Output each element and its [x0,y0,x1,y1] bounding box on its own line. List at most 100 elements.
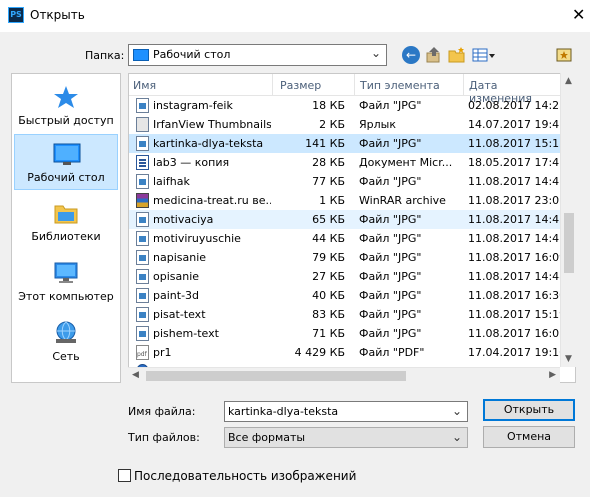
cancel-button[interactable]: Отмена [483,426,575,448]
file-pdf-icon [136,345,149,360]
table-row[interactable]: opisanie 27 КБ Файл "JPG" 11.08.2017 14:48 [129,267,561,286]
place-label: Рабочий стол [27,171,105,184]
filename-input[interactable]: kartinka-dlya-teksta ⌄ [224,401,468,422]
new-folder-icon[interactable] [448,46,466,64]
vertical-scrollbar[interactable]: ▲ ▼ [560,73,576,367]
filename-value: kartinka-dlya-teksta [228,405,339,418]
places-bar: Быстрый доступ Рабочий стол Библиотеки Э… [11,73,121,383]
file-jpg-icon [136,307,149,322]
column-divider[interactable] [354,74,355,96]
filetype-label: Тип файлов: [128,431,200,444]
file-size: 18 КБ [312,99,345,112]
scroll-thumb[interactable] [564,213,574,273]
scroll-up-icon[interactable]: ▲ [565,76,572,86]
column-size[interactable]: Размер [280,79,321,92]
file-type: Файл "JPG" [359,137,422,150]
file-size: 83 КБ [312,308,345,321]
sequence-checkbox[interactable] [118,469,131,482]
table-row[interactable]: pisat-text 83 КБ Файл "JPG" 11.08.2017 15:1… [129,305,561,324]
file-date: 11.08.2017 16:09 [468,251,561,264]
file-name: medicina-treat.ru ве... [153,194,271,207]
file-date: 11.08.2017 15:15 [468,137,561,150]
column-name[interactable]: Имя [133,79,156,92]
file-name: pisat-text [153,308,206,321]
file-type: Файл "JPG" [359,251,422,264]
table-row[interactable]: napisanie 79 КБ Файл "JPG" 11.08.2017 16:09 [129,248,561,267]
file-jpg-icon [136,98,149,113]
file-date: 11.08.2017 14:48 [468,270,561,283]
file-name: kartinka-dlya-teksta [153,137,264,150]
column-type[interactable]: Тип элемента [360,79,440,92]
file-type: Ярлык [359,118,396,131]
file-date: 11.08.2017 16:30 [468,289,561,302]
file-type: Файл "JPG" [359,270,422,283]
computer-icon [54,262,78,283]
file-size: 40 КБ [312,289,345,302]
file-date: 14.07.2017 19:41 [468,118,561,131]
close-icon[interactable]: ✕ [572,5,585,24]
table-row[interactable]: IrfanView Thumbnails 2 КБ Ярлык 14.07.2017 … [129,115,561,134]
file-name: instagram-feik [153,99,233,112]
open-button[interactable]: Открыть [483,399,575,421]
place-label: Этот компьютер [18,290,114,303]
lookin-value: Рабочий стол [153,48,231,61]
back-icon[interactable]: ← [402,46,420,64]
list-header: Имя Размер Тип элемента Дата изменения [129,74,561,105]
file-size: 28 КБ [312,156,345,169]
table-row[interactable]: medicina-treat.ru ве... 1 КБ WinRAR archiv… [129,191,561,210]
scroll-left-icon[interactable]: ◀ [132,370,139,380]
place-network[interactable]: Сеть [14,314,118,370]
column-divider[interactable] [272,74,273,96]
file-size: 71 КБ [312,327,345,340]
file-type: Файл "PDF" [359,346,425,359]
view-menu-icon[interactable] [472,46,496,64]
horizontal-scrollbar[interactable]: ◀ ▶ [128,367,560,383]
desktop-small-icon [133,49,149,61]
scroll-down-icon[interactable]: ▼ [565,354,572,364]
table-row[interactable]: instagram-feik 18 КБ Файл "JPG" 02.08.2017 … [129,96,561,115]
file-list[interactable]: Имя Размер Тип элемента Дата изменения i… [128,73,576,383]
place-quick-access[interactable]: Быстрый доступ [14,78,118,134]
table-row[interactable]: laifhak 77 КБ Файл "JPG" 11.08.2017 14:47 [129,172,561,191]
file-type: Файл "JPG" [359,99,422,112]
window-title: Открыть [30,8,85,22]
table-row[interactable]: lab3 — копия 28 КБ Документ Micr... 18.05.2… [129,153,561,172]
photoshop-icon: PS [8,7,24,23]
place-label: Библиотеки [31,230,101,243]
scroll-right-icon[interactable]: ▶ [549,370,556,380]
scroll-thumb[interactable] [146,371,406,381]
file-date: 17.04.2017 19:16 [468,346,561,359]
place-label: Быстрый доступ [18,114,114,127]
file-size: 1 КБ [319,194,345,207]
file-name: napisanie [153,251,207,264]
libraries-icon [54,205,78,224]
file-type: Файл "JPG" [359,232,422,245]
chevron-down-icon[interactable]: ⌄ [452,404,462,418]
table-row[interactable]: kartinka-dlya-teksta 141 КБ Файл "JPG" 11.0… [129,134,561,153]
file-type: Файл "JPG" [359,308,422,321]
place-libraries[interactable]: Библиотеки [14,194,118,250]
table-row[interactable]: motivaciya 65 КБ Файл "JPG" 11.08.2017 14:4… [129,210,561,229]
place-desktop[interactable]: Рабочий стол [14,134,118,190]
table-row[interactable]: pr1 4 429 КБ Файл "PDF" 17.04.2017 19:16 [129,343,561,362]
place-this-pc[interactable]: Этот компьютер [14,254,118,310]
table-row[interactable]: paint-3d 40 КБ Файл "JPG" 11.08.2017 16:30 [129,286,561,305]
column-divider[interactable] [463,74,464,96]
file-size: 27 КБ [312,270,345,283]
table-row[interactable]: motiviruyuschie 44 КБ Файл "JPG" 11.08.2017… [129,229,561,248]
favorite-folder-icon[interactable] [555,46,573,64]
file-jpg-icon [136,326,149,341]
up-folder-icon[interactable] [425,46,443,64]
file-date: 11.08.2017 14:47 [468,175,561,188]
file-date: 11.08.2017 16:05 [468,327,561,340]
filetype-select[interactable]: Все форматы ⌄ [224,427,468,448]
file-name: pishem-text [153,327,219,340]
file-name: laifhak [153,175,190,188]
lookin-label: Папка: [85,49,125,62]
lookin-dropdown[interactable]: Рабочий стол ⌄ [128,44,387,66]
file-type: Файл "JPG" [359,327,422,340]
file-date: 11.08.2017 15:19 [468,308,561,321]
file-jpg-icon [136,174,149,189]
title-bar [0,0,590,32]
table-row[interactable]: pishem-text 71 КБ Файл "JPG" 11.08.2017 16:… [129,324,561,343]
